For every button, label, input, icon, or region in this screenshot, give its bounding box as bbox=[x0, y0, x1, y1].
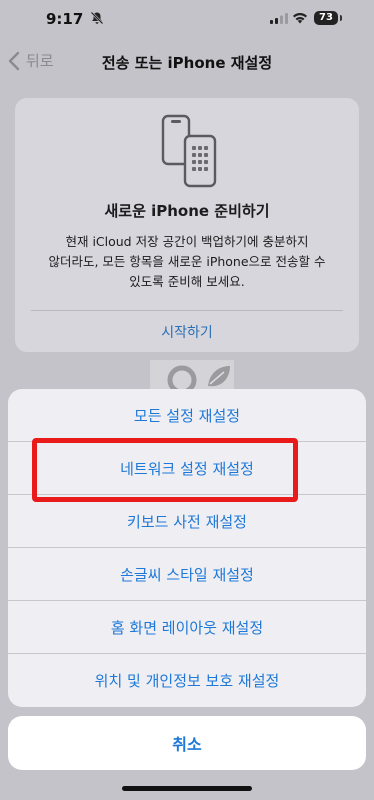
get-started-link[interactable]: 시작하기 bbox=[15, 322, 359, 342]
card-description-line: 않더라도, 모든 항목을 새로운 iPhone으로 전송할 수 bbox=[48, 254, 326, 269]
highlight-box bbox=[32, 438, 298, 502]
card-description-line: 있도록 준비해 보세요. bbox=[129, 274, 245, 289]
card-title: 새로운 iPhone 준비하기 bbox=[104, 202, 270, 220]
status-time: 9:17 bbox=[46, 10, 84, 28]
battery-icon: 73 bbox=[314, 11, 338, 25]
status-bar: 9:17 73 bbox=[0, 0, 374, 38]
battery-tip bbox=[340, 15, 342, 21]
wifi-icon bbox=[293, 13, 307, 24]
bell-off-icon bbox=[90, 11, 104, 25]
card-divider bbox=[31, 310, 343, 311]
reset-keyboard-dictionary-option[interactable]: 키보드 사전 재설정 bbox=[8, 495, 366, 548]
reset-action-sheet: 모든 설정 재설정 네트워크 설정 재설정 키보드 사전 재설정 손글씨 스타일… bbox=[8, 389, 366, 707]
signal-icon bbox=[270, 13, 288, 24]
transfer-phones-icon bbox=[161, 114, 217, 188]
home-indicator bbox=[122, 786, 252, 791]
card-description-line: 현재 iCloud 저장 공간이 백업하기에 충분하지 bbox=[65, 234, 309, 249]
navigation-bar: 뒤로 전송 또는 iPhone 재설정 bbox=[0, 44, 374, 80]
card-description: 현재 iCloud 저장 공간이 백업하기에 충분하지 않더라도, 모든 항목을… bbox=[35, 232, 339, 292]
reset-all-settings-option[interactable]: 모든 설정 재설정 bbox=[8, 389, 366, 442]
reset-home-screen-layout-option[interactable]: 홈 화면 레이아웃 재설정 bbox=[8, 601, 366, 654]
prepare-iphone-card: 새로운 iPhone 준비하기 현재 iCloud 저장 공간이 백업하기에 충… bbox=[15, 98, 359, 352]
reset-location-privacy-option[interactable]: 위치 및 개인정보 보호 재설정 bbox=[8, 654, 366, 707]
reset-handwriting-style-option[interactable]: 손글씨 스타일 재설정 bbox=[8, 548, 366, 601]
page-title: 전송 또는 iPhone 재설정 bbox=[101, 54, 273, 72]
cancel-button[interactable]: 취소 bbox=[8, 716, 366, 770]
